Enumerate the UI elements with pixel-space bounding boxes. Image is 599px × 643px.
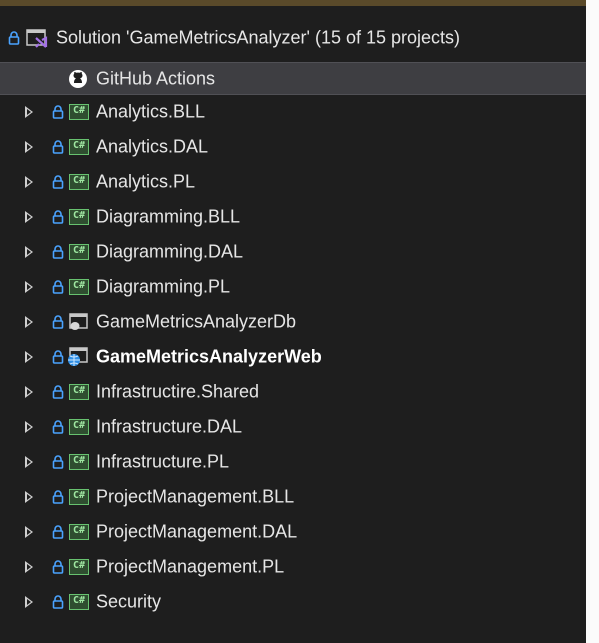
project-label: GameMetricsAnalyzerWeb	[96, 346, 322, 366]
visual-studio-solution-icon	[26, 28, 48, 48]
github-actions-label: GitHub Actions	[96, 68, 216, 88]
csharp-project-icon: C#	[69, 103, 89, 120]
project-label: ProjectManagement.PL	[96, 556, 285, 576]
expand-arrow-icon[interactable]	[25, 385, 33, 398]
csharp-project-icon: C#	[69, 593, 89, 610]
solution-label: Solution 'GameMetricsAnalyzer' (15 of 15…	[56, 27, 461, 48]
expand-arrow-icon[interactable]	[25, 175, 33, 188]
csharp-project-icon: C#	[69, 173, 89, 190]
expand-arrow-icon[interactable]	[25, 210, 33, 223]
expand-arrow-icon[interactable]	[25, 315, 33, 328]
project-label: Analytics.BLL	[96, 101, 206, 121]
expand-arrow-icon[interactable]	[25, 525, 33, 538]
expand-arrow-icon[interactable]	[25, 595, 33, 608]
expand-arrow-icon[interactable]	[25, 420, 33, 433]
project-row[interactable]: C# Diagramming.DAL	[0, 235, 586, 268]
lock-icon	[52, 454, 64, 469]
lock-icon	[52, 279, 64, 294]
lock-icon	[52, 209, 64, 224]
lock-icon	[52, 524, 64, 539]
csharp-project-icon: C#	[69, 418, 89, 435]
project-label: Diagramming.PL	[96, 276, 231, 296]
csharp-project-icon: C#	[69, 488, 89, 505]
project-label: Analytics.DAL	[96, 136, 209, 156]
project-row[interactable]: C# ProjectManagement.PL	[0, 550, 586, 583]
lock-icon	[8, 31, 20, 45]
project-label: Analytics.PL	[96, 171, 196, 191]
project-row[interactable]: C# Analytics.BLL	[0, 95, 586, 128]
lock-icon	[52, 139, 64, 154]
expand-arrow-icon[interactable]	[25, 105, 33, 118]
expand-arrow-icon[interactable]	[25, 350, 33, 363]
project-row[interactable]: C# Infrastructure.DAL	[0, 410, 586, 443]
csharp-project-icon: C#	[69, 208, 89, 225]
lock-icon	[52, 594, 64, 609]
project-row[interactable]: C# Diagramming.BLL	[0, 200, 586, 233]
lock-icon	[52, 559, 64, 574]
expand-arrow-icon[interactable]	[25, 490, 33, 503]
database-project-icon	[69, 312, 89, 331]
lock-icon	[52, 174, 64, 189]
expand-arrow-icon[interactable]	[25, 280, 33, 293]
project-label: Diagramming.DAL	[96, 241, 244, 261]
project-label: Diagramming.BLL	[96, 206, 241, 226]
expand-arrow-icon[interactable]	[25, 245, 33, 258]
project-row[interactable]: C# Security	[0, 585, 586, 618]
lock-icon	[52, 384, 64, 399]
github-actions-row[interactable]: GitHub Actions	[0, 62, 586, 95]
project-row[interactable]: C# ProjectManagement.BLL	[0, 480, 586, 513]
project-label: Security	[96, 591, 162, 611]
csharp-project-icon: C#	[69, 383, 89, 400]
project-row[interactable]: C# Analytics.DAL	[0, 130, 586, 163]
lock-icon	[52, 244, 64, 259]
project-label: ProjectManagement.BLL	[96, 486, 295, 506]
lock-icon	[52, 104, 64, 119]
project-label: Infrastructire.Shared	[96, 381, 260, 401]
lock-icon	[52, 419, 64, 434]
project-row[interactable]: GameMetricsAnalyzerWeb	[0, 340, 586, 373]
project-label: ProjectManagement.DAL	[96, 521, 298, 541]
solution-explorer-panel: Solution 'GameMetricsAnalyzer' (15 of 15…	[0, 0, 586, 643]
lock-icon	[52, 349, 64, 364]
project-label: GameMetricsAnalyzerDb	[96, 311, 297, 331]
project-row[interactable]: C# Infrastructire.Shared	[0, 375, 586, 408]
csharp-project-icon: C#	[69, 278, 89, 295]
expand-arrow-icon[interactable]	[25, 140, 33, 153]
web-project-icon	[67, 346, 89, 367]
expand-arrow-icon[interactable]	[25, 455, 33, 468]
project-row[interactable]: C# Analytics.PL	[0, 165, 586, 198]
lock-icon	[52, 314, 64, 329]
github-icon	[68, 69, 88, 89]
expand-arrow-icon[interactable]	[25, 560, 33, 573]
solution-root-row[interactable]: Solution 'GameMetricsAnalyzer' (15 of 15…	[0, 18, 586, 58]
project-row[interactable]: GameMetricsAnalyzerDb	[0, 305, 586, 338]
csharp-project-icon: C#	[69, 138, 89, 155]
csharp-project-icon: C#	[69, 453, 89, 470]
project-label: Infrastructure.DAL	[96, 416, 243, 436]
project-row[interactable]: C# ProjectManagement.DAL	[0, 515, 586, 548]
csharp-project-icon: C#	[69, 523, 89, 540]
project-label: Infrastructure.PL	[96, 451, 230, 471]
csharp-project-icon: C#	[69, 558, 89, 575]
project-row[interactable]: C# Diagramming.PL	[0, 270, 586, 303]
lock-icon	[52, 489, 64, 504]
csharp-project-icon: C#	[69, 243, 89, 260]
project-row[interactable]: C# Infrastructure.PL	[0, 445, 586, 478]
